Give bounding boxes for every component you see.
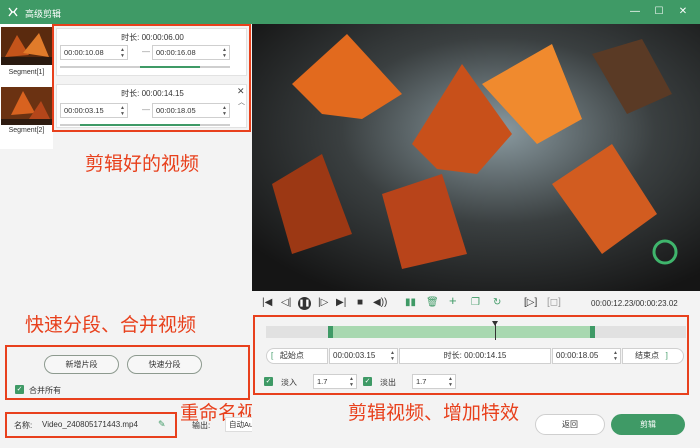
set-end-button[interactable]: 结束点 ] bbox=[622, 348, 684, 364]
split-icon[interactable]: ▮▮ bbox=[405, 297, 416, 309]
edit-annotation-text: 剪辑视频、增加特效 bbox=[348, 403, 520, 424]
trim-start-input[interactable]: 00:00:03.15 ▲ ▼ bbox=[329, 348, 398, 364]
minimize-icon[interactable]: — bbox=[628, 5, 642, 19]
time-display: 00:00:12.23/00:00:23.02 bbox=[591, 299, 678, 308]
segment-thumbnail-1[interactable] bbox=[1, 27, 52, 65]
clips-annotation-box bbox=[52, 24, 251, 132]
app-logo-icon bbox=[8, 7, 18, 17]
mark-in-icon[interactable]: [▷] bbox=[524, 297, 537, 309]
merge-all-checkbox[interactable]: ✓ bbox=[15, 385, 24, 394]
maximize-icon[interactable]: ☐ bbox=[652, 5, 666, 19]
playhead[interactable] bbox=[492, 321, 498, 340]
mark-out-icon[interactable]: [◻] bbox=[547, 297, 561, 309]
output-label: 输出: bbox=[192, 421, 211, 430]
name-input[interactable]: Video_240805171443.mp4 bbox=[42, 420, 138, 429]
add-icon[interactable]: + bbox=[449, 294, 457, 307]
segment-label-2: Segment[2] bbox=[8, 127, 45, 134]
copy-icon[interactable]: ❐ bbox=[471, 297, 480, 309]
window-title: 高级剪辑 bbox=[25, 9, 62, 19]
fade-in-checkbox[interactable]: ✓ bbox=[264, 377, 273, 386]
video-preview[interactable] bbox=[252, 24, 700, 291]
name-label: 名称: bbox=[14, 421, 33, 430]
clips-annotation-text: 剪辑好的视频 bbox=[85, 154, 200, 175]
timeline-selection[interactable] bbox=[328, 326, 595, 338]
stop-icon[interactable]: ■ bbox=[357, 297, 363, 309]
step-forward-icon[interactable]: |▷ bbox=[318, 297, 328, 309]
quick-split-button[interactable]: 快速分段 bbox=[127, 355, 202, 374]
close-icon[interactable]: ✕ bbox=[676, 5, 690, 19]
fade-in-input[interactable]: 1.7 ▲ ▼ bbox=[313, 374, 357, 389]
merge-all-label: 合并所有 bbox=[29, 386, 61, 395]
set-start-button[interactable]: [ 起始点 bbox=[266, 348, 328, 364]
split-annotation-text: 快速分段、合并视频 bbox=[25, 315, 197, 336]
cut-button[interactable]: 剪辑 bbox=[611, 414, 685, 435]
trim-duration: 时长: 00:00:14.15 bbox=[399, 348, 551, 364]
add-segment-button[interactable]: 新增片段 bbox=[44, 355, 119, 374]
go-start-icon[interactable]: |◀ bbox=[262, 297, 272, 309]
segment-thumbnail-2[interactable] bbox=[1, 87, 52, 125]
segment-thumbnail-list: Segment[1] Segment[2] bbox=[0, 24, 53, 149]
segment-label-1: Segment[1] bbox=[8, 69, 45, 76]
volume-icon[interactable]: ◀)) bbox=[373, 297, 387, 309]
edit-name-icon[interactable]: ✎ bbox=[158, 419, 166, 430]
delete-icon[interactable]: 🗑 bbox=[426, 297, 439, 309]
pause-icon[interactable]: ❚❚ bbox=[298, 297, 311, 310]
fade-out-input[interactable]: 1.7 ▲ ▼ bbox=[412, 374, 456, 389]
fade-out-checkbox[interactable]: ✓ bbox=[363, 377, 372, 386]
go-end-icon[interactable]: ▶| bbox=[336, 297, 346, 309]
trim-end-input[interactable]: 00:00:18.05 ▲ ▼ bbox=[552, 348, 621, 364]
title-bar: 高级剪辑 — ☐ ✕ bbox=[0, 0, 700, 24]
reset-icon[interactable]: ↻ bbox=[493, 297, 501, 309]
back-button[interactable]: 返回 bbox=[535, 414, 605, 435]
fade-in-label: 淡入 bbox=[281, 378, 297, 387]
step-back-icon[interactable]: ◁| bbox=[281, 297, 291, 309]
fade-out-label: 淡出 bbox=[380, 378, 396, 387]
